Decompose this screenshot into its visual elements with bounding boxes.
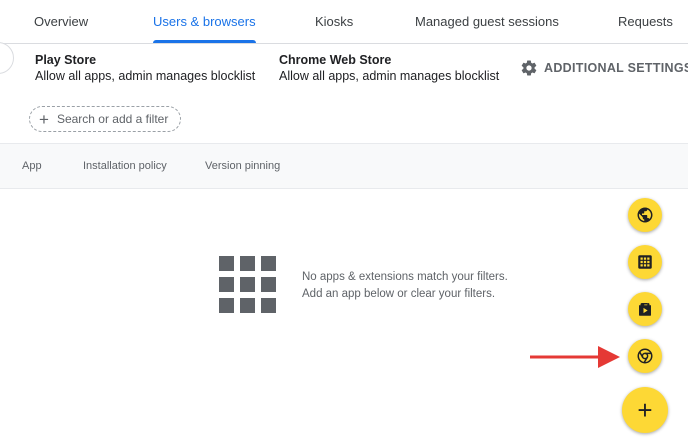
add-app-button[interactable]: + <box>622 387 668 433</box>
chrome-web-store-policy: Allow all apps, admin manages blocklist <box>279 69 500 83</box>
add-web-app-button[interactable] <box>628 198 662 232</box>
plus-icon: + <box>39 109 49 129</box>
empty-state-message: No apps & extensions match your filters.… <box>302 269 508 303</box>
additional-settings-button[interactable]: ADDITIONAL SETTINGS <box>520 58 688 78</box>
active-tab-indicator <box>153 40 256 43</box>
play-store-icon <box>639 303 651 316</box>
tab-managed-guest-sessions[interactable]: Managed guest sessions <box>415 0 559 43</box>
tab-kiosks[interactable]: Kiosks <box>315 0 353 43</box>
chrome-web-store-summary[interactable]: Chrome Web Store Allow all apps, admin m… <box>279 52 499 84</box>
add-from-play-store-button[interactable] <box>628 292 662 326</box>
empty-state-line-1: No apps & extensions match your filters. <box>302 271 508 283</box>
search-filter-chip[interactable]: + Search or add a filter <box>29 106 181 132</box>
chrome-web-store-title: Chrome Web Store <box>279 53 392 67</box>
apps-grid-icon <box>219 256 276 313</box>
add-android-app-button[interactable] <box>628 245 662 279</box>
play-store-summary[interactable]: Play Store Allow all apps, admin manages… <box>35 52 255 84</box>
table-header: App Installation policy Version pinning <box>0 143 688 189</box>
apps-icon <box>638 255 652 269</box>
collapse-panel-handle[interactable] <box>0 42 14 74</box>
plus-icon: + <box>637 395 653 425</box>
tab-overview[interactable]: Overview <box>34 0 88 43</box>
play-store-title: Play Store <box>35 53 97 67</box>
tab-bar: Overview Users & browsers Kiosks Managed… <box>0 0 688 44</box>
column-header-version-pinning[interactable]: Version pinning <box>205 144 280 188</box>
additional-settings-label: ADDITIONAL SETTINGS <box>544 61 688 75</box>
add-from-chrome-web-store-button[interactable] <box>628 339 662 373</box>
gear-icon <box>521 60 537 76</box>
column-header-app[interactable]: App <box>22 144 42 188</box>
tab-users-browsers[interactable]: Users & browsers <box>153 0 256 43</box>
globe-icon <box>637 207 653 223</box>
filter-placeholder: Search or add a filter <box>56 112 169 126</box>
empty-state-line-2: Add an app below or clear your filters. <box>302 288 496 300</box>
column-header-installation-policy[interactable]: Installation policy <box>83 144 167 188</box>
play-store-policy: Allow all apps, admin manages blocklist <box>35 69 256 83</box>
chrome-icon <box>637 348 653 364</box>
red-arrow-annotation <box>530 346 620 368</box>
tab-requests[interactable]: Requests <box>618 0 673 43</box>
